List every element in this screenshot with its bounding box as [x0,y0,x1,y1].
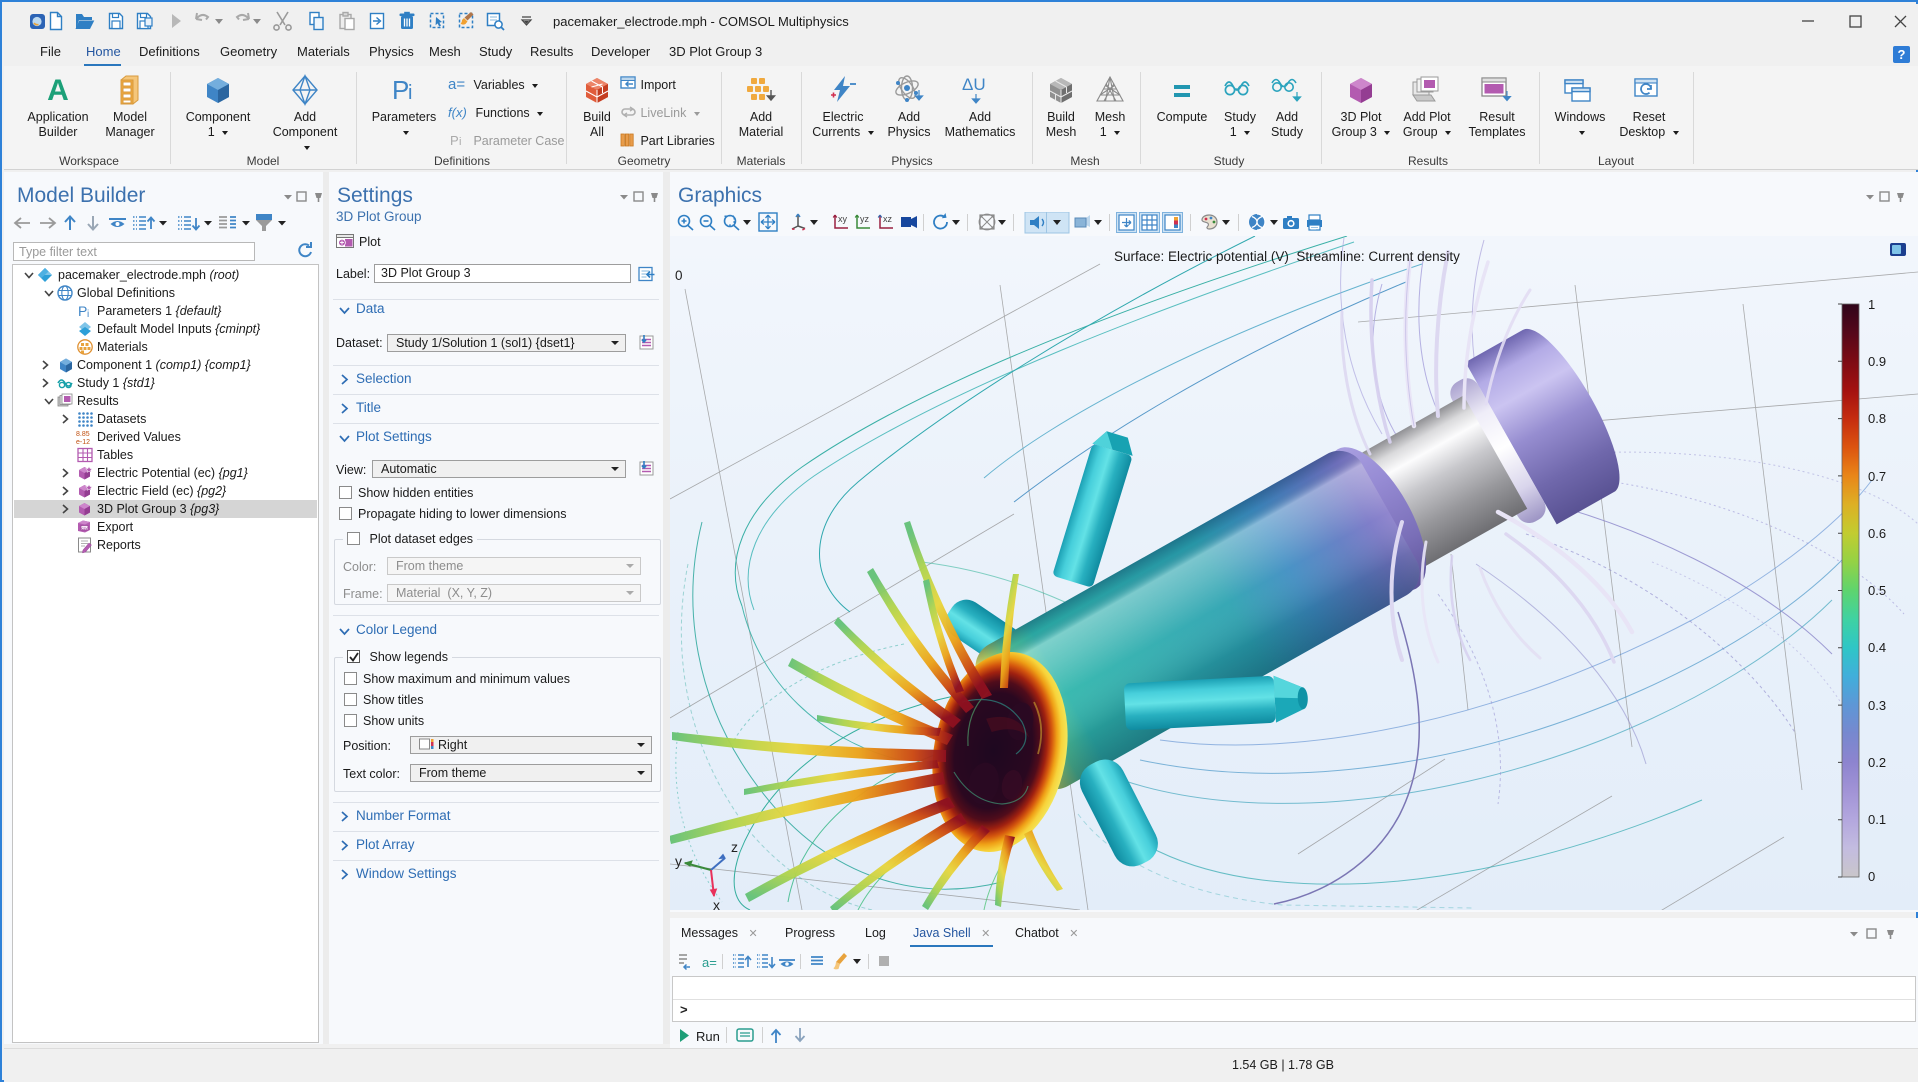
svg-text:0: 0 [675,268,683,283]
svg-text:xz: xz [883,214,893,224]
svg-text:P: P [78,303,87,319]
svg-text:e-12: e-12 [76,439,90,446]
svg-text:i: i [408,82,412,104]
svg-text:0.9: 0.9 [1868,354,1886,369]
svg-text:0.1: 0.1 [1868,812,1886,827]
svg-text:ΔU: ΔU [962,75,986,94]
svg-text:a=: a= [702,955,717,970]
svg-text:1: 1 [1868,297,1875,312]
svg-text:y: y [675,853,682,869]
svg-text:0.2: 0.2 [1868,755,1886,770]
svg-text:yz: yz [860,214,870,224]
svg-text:P: P [450,133,459,148]
svg-text:0.4: 0.4 [1868,640,1886,655]
svg-text:i: i [459,136,461,148]
svg-text:0.8: 0.8 [1868,411,1886,426]
svg-text:Surface: Electric potential (V: Surface: Electric potential (V) Streamli… [1114,249,1460,264]
svg-text:0.6: 0.6 [1868,526,1886,541]
svg-text:0.3: 0.3 [1868,698,1886,713]
svg-text:A: A [47,74,69,106]
svg-text:i: i [87,309,89,320]
svg-text:f(x): f(x) [448,105,467,120]
svg-text:z: z [731,839,738,855]
svg-text:Run: Run [696,1029,720,1044]
svg-text:x: x [713,897,720,910]
svg-text:csv: csv [82,525,88,530]
svg-text:0.7: 0.7 [1868,469,1886,484]
svg-text:0.5: 0.5 [1868,583,1886,598]
svg-text:xy: xy [838,214,848,224]
svg-text:a=: a= [448,76,465,92]
svg-text:0: 0 [1868,869,1875,884]
svg-text:P: P [392,75,409,105]
svg-text:8.85: 8.85 [76,431,90,438]
